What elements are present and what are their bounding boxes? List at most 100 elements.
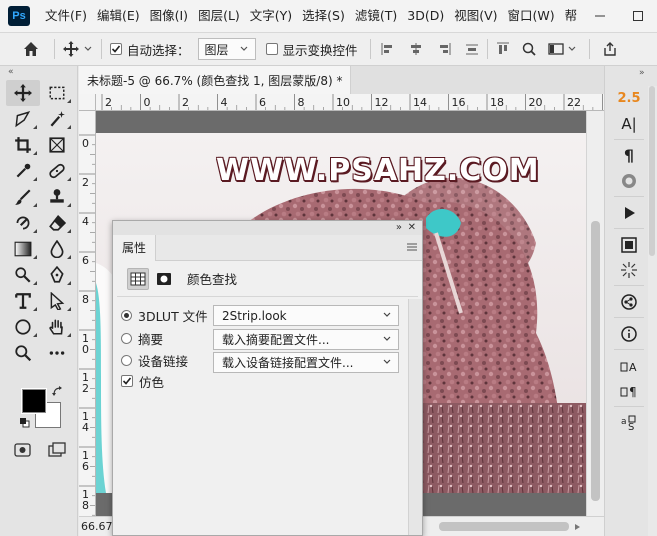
more-tools[interactable] (40, 340, 74, 366)
properties-scrollbar[interactable] (408, 299, 422, 535)
menu-image[interactable]: 图像(I) (145, 0, 193, 32)
3dlut-file-dropdown[interactable]: 2Strip.look (213, 305, 399, 326)
eyedropper-tool[interactable] (6, 158, 40, 184)
radio-abstract[interactable] (121, 332, 132, 344)
libraries-panel-button[interactable] (610, 289, 648, 314)
dodge-tool[interactable] (6, 262, 40, 288)
default-colors-icon[interactable] (20, 418, 30, 428)
gradient-tool[interactable] (6, 236, 40, 262)
menu-help[interactable]: 帮 (560, 0, 583, 32)
hand-tool[interactable] (40, 314, 74, 340)
actions-panel-button[interactable] (610, 200, 648, 225)
stamp-tool[interactable] (40, 184, 74, 210)
collapse-panel-icon[interactable]: » (396, 221, 402, 235)
align-right-icon[interactable] (437, 42, 451, 56)
path-selection-tool[interactable] (40, 288, 74, 314)
swap-colors-icon[interactable] (52, 386, 64, 398)
ruler-vertical[interactable]: 024681012141618 (79, 111, 96, 516)
device-link-profile-dropdown[interactable]: 载入设备链接配置文件... (213, 352, 399, 373)
option-3dlut[interactable]: 3DLUT 文件 (121, 304, 208, 326)
healing-brush-tool[interactable] (40, 158, 74, 184)
menu-3d[interactable]: 3D(D) (402, 0, 449, 32)
tab-properties[interactable]: 属性 (113, 235, 157, 261)
workspace-switcher[interactable] (547, 42, 577, 56)
scroll-right-icon[interactable] (574, 523, 582, 531)
info-panel-button[interactable] (610, 321, 648, 346)
marquee-tool[interactable] (40, 80, 74, 106)
abstract-profile-dropdown[interactable]: 载入摘要配置文件... (213, 329, 399, 350)
character-panel-button[interactable]: 2.5 (610, 86, 648, 111)
brush-tool[interactable] (6, 184, 40, 210)
menu-window[interactable]: 窗口(W) (503, 0, 560, 32)
lasso-tool[interactable] (6, 106, 40, 132)
properties-body: 3DLUT 文件 2Strip.look 摘要 载入摘要配置文件... 设备链接… (113, 299, 409, 535)
search-icon[interactable] (522, 42, 536, 56)
adjustment-settings-tab[interactable] (127, 267, 149, 290)
paragraph-panel-button[interactable]: ¶ (610, 143, 648, 168)
radio-3dlut[interactable] (121, 309, 132, 321)
dither-checkbox[interactable] (121, 375, 133, 387)
move-tool-preset[interactable] (63, 41, 93, 57)
minimize-button[interactable] (581, 0, 619, 32)
adjustments-panel-button[interactable] (610, 257, 648, 282)
glyphs-panel-button[interactable]: aS (610, 410, 648, 435)
screen-mode-icon[interactable] (48, 442, 66, 458)
crop-tool[interactable] (6, 132, 40, 158)
frame-tool[interactable] (40, 132, 74, 158)
quick-mask-icon[interactable] (14, 442, 32, 458)
menu-layer[interactable]: 图层(L) (193, 0, 245, 32)
close-panel-icon[interactable]: ✕ (408, 221, 416, 235)
option-dither[interactable]: 仿色 (121, 370, 164, 392)
dock-collapse-toggle[interactable]: » (639, 68, 645, 78)
tools-collapse-toggle[interactable]: « (0, 66, 77, 80)
vertical-scrollbar[interactable] (586, 111, 604, 516)
menu-file[interactable]: 文件(F) (40, 0, 92, 32)
align-left-icon[interactable] (381, 42, 395, 56)
document-tab[interactable]: 未标题-5 @ 66.7% (颜色查找 1, 图层蒙版/8) * ✕ (79, 66, 361, 94)
menu-view[interactable]: 视图(V) (449, 0, 502, 32)
vertical-scroll-thumb[interactable] (591, 221, 600, 501)
properties-panel-titlebar[interactable]: » ✕ (113, 221, 422, 235)
menu-select[interactable]: 选择(S) (297, 0, 350, 32)
radio-device-link[interactable] (121, 354, 132, 366)
option-abstract[interactable]: 摘要 (121, 327, 163, 349)
menu-filter[interactable]: 滤镜(T) (350, 0, 402, 32)
character-styles-button[interactable]: A (610, 353, 648, 378)
type-tool[interactable] (6, 288, 40, 314)
ellipse-tool[interactable] (6, 314, 40, 340)
maximize-button[interactable] (619, 0, 657, 32)
history-brush-tool[interactable] (6, 210, 40, 236)
tools-panel: « (0, 66, 78, 536)
blur-tool[interactable] (40, 236, 74, 262)
ruler-origin[interactable] (79, 94, 96, 111)
paragraph-styles-button[interactable]: ¶ (610, 378, 648, 403)
share-icon[interactable] (602, 41, 618, 57)
move-tool[interactable] (6, 80, 40, 106)
brush-settings-button[interactable] (610, 168, 648, 193)
distribute-icon[interactable] (465, 42, 479, 56)
home-button[interactable] (16, 41, 46, 57)
ruler-label: 0 (82, 343, 89, 356)
foreground-color-swatch[interactable] (21, 388, 47, 414)
share-nodes-icon (621, 293, 637, 310)
menu-type[interactable]: 文字(Y) (245, 0, 297, 32)
menu-edit[interactable]: 编辑(E) (92, 0, 145, 32)
character-style-button[interactable]: A| (610, 111, 648, 136)
show-transform-checkbox[interactable] (265, 43, 278, 55)
pen-tool[interactable] (40, 262, 74, 288)
panel-menu-icon[interactable] (406, 242, 418, 252)
ruler-horizontal[interactable]: 202468101214161820222426 (96, 94, 604, 111)
eraser-tool[interactable] (40, 210, 74, 236)
move-icon (14, 84, 32, 102)
auto-select-target-dropdown[interactable]: 图层 (197, 38, 256, 60)
auto-select-checkbox[interactable] (110, 43, 122, 55)
align-center-icon[interactable] (409, 42, 423, 56)
mask-tab[interactable] (153, 268, 175, 290)
option-device-link[interactable]: 设备链接 (121, 349, 188, 371)
horizontal-scroll-thumb[interactable] (439, 522, 569, 531)
zoom-tool[interactable] (6, 340, 40, 366)
magic-wand-tool[interactable] (40, 106, 74, 132)
right-dock-scrollbar[interactable] (648, 86, 657, 536)
align-top-icon[interactable] (496, 42, 510, 56)
navigator-panel-button[interactable] (610, 232, 648, 257)
